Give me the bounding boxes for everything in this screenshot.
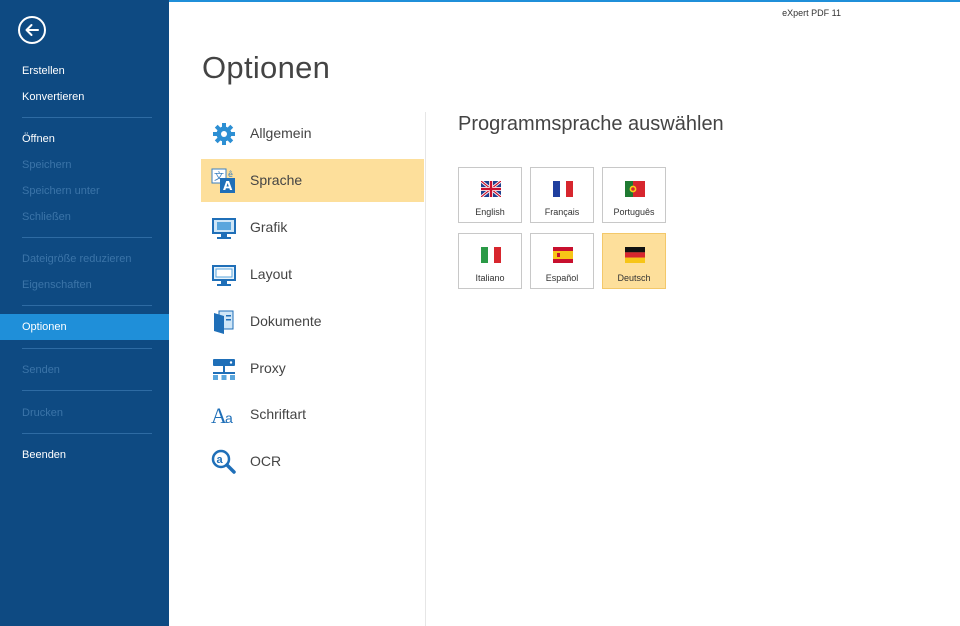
sidebar-separator	[22, 237, 152, 238]
category-allgemein[interactable]: Allgemein	[201, 112, 424, 155]
sidebar-item-senden: Senden	[22, 364, 60, 376]
language-tile-portugues[interactable]: Português	[602, 167, 666, 223]
category-proxy[interactable]: Proxy	[201, 347, 424, 390]
sidebar-item-oeffnen[interactable]: Öffnen	[0, 126, 169, 152]
layout-icon	[212, 265, 236, 286]
category-ocr[interactable]: a OCR	[201, 440, 424, 483]
language-tile-italiano[interactable]: Italiano	[458, 233, 522, 289]
category-label: Dokumente	[250, 313, 322, 329]
language-label: Italiano	[475, 273, 505, 283]
spain-flag-icon	[553, 247, 573, 263]
documents-icon	[214, 310, 234, 334]
font-icon: A a	[211, 403, 233, 428]
language-label: Deutsch	[617, 273, 651, 283]
sidebar-separator	[22, 117, 152, 118]
back-arrow-icon[interactable]	[18, 16, 46, 44]
sidebar-item-speichern-unter: Speichern unter	[22, 185, 100, 197]
language-tile-francais[interactable]: Français	[530, 167, 594, 223]
category-dokumente[interactable]: Dokumente	[201, 300, 424, 343]
gear-icon	[213, 123, 235, 145]
sidebar-item-eigenschaften: Eigenschaften	[22, 279, 92, 291]
category-label: Allgemein	[250, 125, 312, 141]
app-title: eXpert PDF 11	[782, 8, 841, 18]
category-sprache[interactable]: 文 A ê Sprache	[201, 159, 424, 202]
language-label: Português	[613, 207, 655, 217]
page-title: Optionen	[202, 50, 331, 85]
language-section-title: Programmsprache auswählen	[458, 113, 724, 135]
language-label: Français	[544, 207, 580, 217]
language-tile-espanol[interactable]: Español	[530, 233, 594, 289]
category-label: Proxy	[250, 360, 286, 376]
category-grafik[interactable]: Grafik	[201, 206, 424, 249]
title-bar-accent	[169, 0, 960, 2]
italy-flag-icon	[481, 247, 501, 263]
category-label: Schriftart	[250, 406, 307, 422]
panel-divider	[425, 112, 426, 626]
germany-flag-icon	[625, 247, 645, 263]
backstage-sidebar: Erstellen Konvertieren Öffnen Speichern …	[0, 0, 169, 626]
sidebar-item-erstellen[interactable]: Erstellen	[0, 58, 169, 84]
sidebar-item-speichern: Speichern	[22, 159, 72, 171]
language-label: English	[475, 207, 505, 217]
monitor-icon	[212, 218, 236, 239]
svg-text:ê: ê	[228, 169, 233, 179]
sidebar-item-drucken: Drucken	[22, 407, 63, 419]
category-label: Layout	[250, 266, 293, 282]
ocr-icon: a	[211, 449, 236, 474]
category-label: OCR	[250, 453, 282, 469]
svg-text:a: a	[225, 410, 233, 426]
portugal-flag-icon	[625, 181, 645, 197]
uk-flag-icon	[481, 181, 501, 197]
sidebar-item-beenden[interactable]: Beenden	[0, 442, 169, 468]
sidebar-item-konvertieren[interactable]: Konvertieren	[0, 84, 169, 110]
sidebar-separator	[22, 348, 152, 349]
language-tile-english[interactable]: English	[458, 167, 522, 223]
sidebar-item-dateigroesse-reduzieren: Dateigröße reduzieren	[22, 253, 132, 265]
svg-text:A: A	[223, 179, 233, 193]
sidebar-separator	[22, 390, 152, 391]
category-schriftart[interactable]: A a Schriftart	[201, 393, 424, 436]
sidebar-item-optionen[interactable]: Optionen	[0, 314, 169, 340]
svg-text:a: a	[217, 454, 224, 466]
sidebar-item-schliessen: Schließen	[22, 211, 71, 223]
category-layout[interactable]: Layout	[201, 253, 424, 296]
language-tile-deutsch[interactable]: Deutsch	[602, 233, 666, 289]
category-label: Sprache	[250, 172, 303, 188]
france-flag-icon	[553, 181, 573, 197]
sidebar-separator	[22, 433, 152, 434]
category-label: Grafik	[250, 219, 288, 235]
proxy-icon	[213, 359, 235, 380]
sidebar-separator	[22, 305, 152, 306]
language-label: Español	[545, 273, 579, 283]
language-icon: 文 A ê	[211, 168, 235, 193]
